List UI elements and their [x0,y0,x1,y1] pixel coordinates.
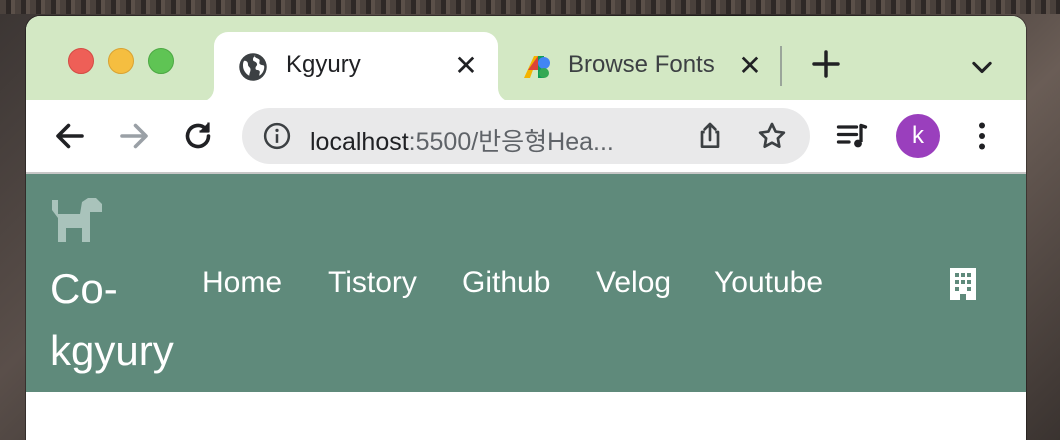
browser-toolbar: localhost:5500/반응형Hea... k [26,100,1026,174]
close-tab-icon[interactable]: ✕ [450,50,482,82]
profile-avatar[interactable]: k [896,114,940,158]
building-icon[interactable] [946,266,980,302]
tab-title: Browse Fonts [568,51,715,78]
dog-icon[interactable] [50,196,104,246]
close-window-button[interactable] [68,48,94,74]
nav-link-tistory[interactable]: Tistory [328,266,417,300]
nav-link-github[interactable]: Github [462,266,550,300]
browser-window: Kgyury ✕ Browse Fonts ✕ localhost:5500/반… [26,16,1026,440]
share-icon[interactable] [694,120,726,152]
forward-arrow-icon[interactable] [116,118,152,154]
close-tab-icon[interactable]: ✕ [734,50,766,82]
nav-link-home[interactable]: Home [202,266,282,300]
nav-link-youtube[interactable]: Youtube [714,266,823,300]
more-menu-icon[interactable] [964,118,1000,154]
site-header: Co- kgyury Home Tistory Github Velog You… [26,174,1026,392]
chevron-down-icon[interactable] [968,54,996,82]
nav-link-velog[interactable]: Velog [596,266,671,300]
globe-icon [239,53,267,81]
brand-line-1: Co- [50,265,118,312]
tab-strip: Kgyury ✕ Browse Fonts ✕ [26,16,1026,102]
url-host: localhost [310,128,409,156]
google-fonts-icon [524,56,550,78]
brand-line-2: kgyury [50,327,174,374]
page-body [26,392,1026,440]
minimize-window-button[interactable] [108,48,134,74]
desktop-background [0,0,1060,14]
url-text[interactable]: localhost:5500/반응형Hea... [310,122,670,158]
tab-browse-fonts[interactable]: Browse Fonts ✕ [508,32,786,100]
tab-title: Kgyury [286,51,361,78]
address-bar[interactable]: localhost:5500/반응형Hea... [242,108,810,164]
reload-icon[interactable] [180,118,216,154]
url-path: :5500/반응형Hea... [408,128,614,156]
bookmark-star-icon[interactable] [756,120,788,152]
tab-kgyury[interactable]: Kgyury ✕ [214,32,498,102]
tab-divider [780,46,782,86]
back-arrow-icon[interactable] [52,118,88,154]
site-info-icon[interactable] [262,121,292,151]
zoom-window-button[interactable] [148,48,174,74]
media-controls-icon[interactable] [834,118,870,154]
new-tab-icon[interactable] [810,48,842,80]
brand-title[interactable]: Co- kgyury [50,258,200,382]
